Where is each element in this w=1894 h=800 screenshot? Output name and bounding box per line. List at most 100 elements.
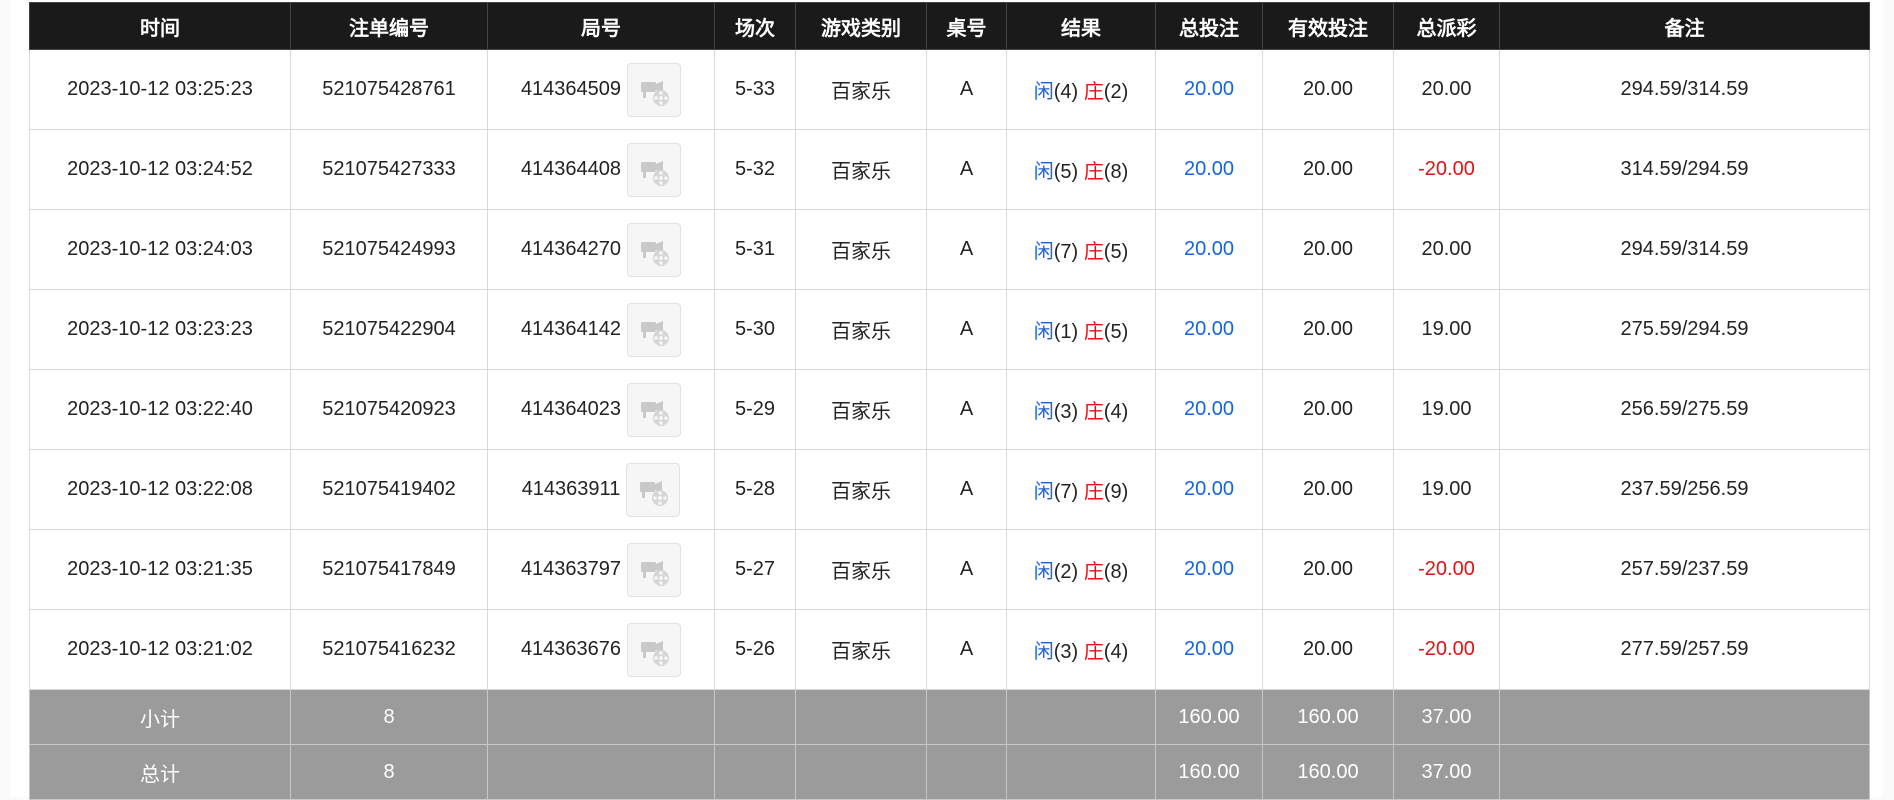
cell-table-no: A (926, 609, 1007, 690)
cell-game-type: 百家乐 (795, 609, 927, 690)
video-replay-button[interactable] (627, 62, 682, 117)
result-player-score: (1) (1053, 321, 1079, 343)
cell-bet-id: 521075428761 (290, 49, 488, 130)
video-replay-button[interactable] (627, 622, 682, 677)
result-player-label: 闲 (1033, 639, 1054, 663)
cell-result: 闲(3) 庄(4) (1006, 369, 1156, 450)
result-banker-label: 庄 (1083, 479, 1104, 503)
result-banker-label: 庄 (1083, 399, 1104, 423)
cell-payout: 19.00 (1393, 369, 1500, 450)
video-replay-button[interactable] (627, 382, 682, 437)
result-player-score: (2) (1053, 561, 1079, 583)
col-header-session: 场次 (714, 2, 796, 50)
result-banker-score: (5) (1103, 241, 1129, 263)
cell-round: 414364509 (487, 49, 715, 130)
cell-table-no: A (926, 209, 1007, 290)
video-replay-button[interactable] (627, 142, 682, 197)
empty-cell (1006, 744, 1156, 800)
video-replay-icon (641, 80, 670, 106)
result-player-score: (3) (1053, 641, 1079, 663)
round-number: 414363911 (521, 478, 621, 500)
cell-result: 闲(7) 庄(9) (1006, 449, 1156, 530)
result-banker-score: (8) (1103, 161, 1129, 183)
cell-payout: 20.00 (1393, 209, 1500, 290)
subtotal-valid-bet: 160.00 (1262, 689, 1394, 745)
result-player-label: 闲 (1033, 319, 1054, 343)
cell-session: 5-28 (714, 449, 796, 530)
cell-time: 2023-10-12 03:23:23 (29, 289, 291, 370)
cell-valid-bet: 20.00 (1262, 609, 1394, 690)
table-row: 2023-10-12 03:24:03 521075424993 4143642… (29, 209, 1870, 290)
cell-bet-id: 521075416232 (290, 609, 488, 690)
cell-valid-bet: 20.00 (1262, 289, 1394, 370)
cell-bet-id: 521075424993 (290, 209, 488, 290)
cell-valid-bet: 20.00 (1262, 49, 1394, 130)
video-replay-button[interactable] (627, 302, 682, 357)
subtotal-row: 小计 8 160.00 160.00 37.00 (29, 689, 1870, 745)
result-banker-score: (2) (1103, 81, 1129, 103)
result-banker-label: 庄 (1083, 159, 1104, 183)
cell-result: 闲(5) 庄(8) (1006, 129, 1156, 210)
cell-round: 414363911 (487, 449, 715, 530)
empty-cell (1499, 744, 1870, 800)
cell-bet-id: 521075417849 (290, 529, 488, 610)
result-banker-score: (8) (1103, 561, 1129, 583)
result-banker-score: (5) (1103, 321, 1129, 343)
subtotal-label: 小计 (29, 689, 291, 745)
col-header-payout: 总派彩 (1393, 2, 1500, 50)
round-number: 414363676 (520, 638, 622, 660)
cell-session: 5-30 (714, 289, 796, 370)
result-banker-label: 庄 (1083, 319, 1104, 343)
cell-session: 5-29 (714, 369, 796, 450)
round-number: 414364270 (520, 238, 622, 260)
result-player-score: (4) (1053, 81, 1079, 103)
table-row: 2023-10-12 03:22:40 521075420923 4143640… (29, 369, 1870, 450)
cell-valid-bet: 20.00 (1262, 529, 1394, 610)
col-header-table: 桌号 (926, 2, 1007, 50)
cell-total-bet: 20.00 (1155, 289, 1263, 370)
grand-total-count: 8 (290, 744, 488, 800)
cell-valid-bet: 20.00 (1262, 209, 1394, 290)
subtotal-count: 8 (290, 689, 488, 745)
result-banker-label: 庄 (1083, 79, 1104, 103)
cell-time: 2023-10-12 03:21:35 (29, 529, 291, 610)
cell-round: 414364408 (487, 129, 715, 210)
grand-total-payout: 37.00 (1393, 744, 1500, 800)
subtotal-total-bet: 160.00 (1155, 689, 1263, 745)
cell-table-no: A (926, 449, 1007, 530)
cell-result: 闲(7) 庄(5) (1006, 209, 1156, 290)
cell-game-type: 百家乐 (795, 209, 927, 290)
empty-cell (714, 744, 796, 800)
empty-cell (926, 689, 1007, 745)
subtotal-payout: 37.00 (1393, 689, 1500, 745)
cell-total-bet: 20.00 (1155, 609, 1263, 690)
video-replay-button[interactable] (627, 542, 682, 597)
empty-cell (795, 744, 927, 800)
result-banker-score: (9) (1103, 481, 1129, 503)
cell-result: 闲(1) 庄(5) (1006, 289, 1156, 370)
cell-time: 2023-10-12 03:22:40 (29, 369, 291, 450)
round-number: 414364023 (520, 398, 622, 420)
col-header-valid-bet: 有效投注 (1262, 2, 1394, 50)
cell-remark: 277.59/257.59 (1499, 609, 1870, 690)
empty-cell (487, 689, 715, 745)
cell-payout: 19.00 (1393, 449, 1500, 530)
cell-table-no: A (926, 49, 1007, 130)
cell-valid-bet: 20.00 (1262, 129, 1394, 210)
cell-time: 2023-10-12 03:22:08 (29, 449, 291, 530)
video-replay-button[interactable] (627, 222, 682, 277)
cell-bet-id: 521075420923 (290, 369, 488, 450)
cell-bet-id: 521075422904 (290, 289, 488, 370)
table-row: 2023-10-12 03:25:23 521075428761 4143645… (29, 49, 1870, 130)
empty-cell (795, 689, 927, 745)
cell-bet-id: 521075427333 (290, 129, 488, 210)
col-header-game-type: 游戏类别 (795, 2, 927, 50)
result-player-label: 闲 (1033, 559, 1054, 583)
cell-table-no: A (926, 529, 1007, 610)
empty-cell (714, 689, 796, 745)
result-player-score: (5) (1053, 161, 1079, 183)
video-replay-button[interactable] (626, 462, 681, 517)
cell-session: 5-27 (714, 529, 796, 610)
cell-payout: -20.00 (1393, 529, 1500, 610)
cell-payout: 19.00 (1393, 289, 1500, 370)
